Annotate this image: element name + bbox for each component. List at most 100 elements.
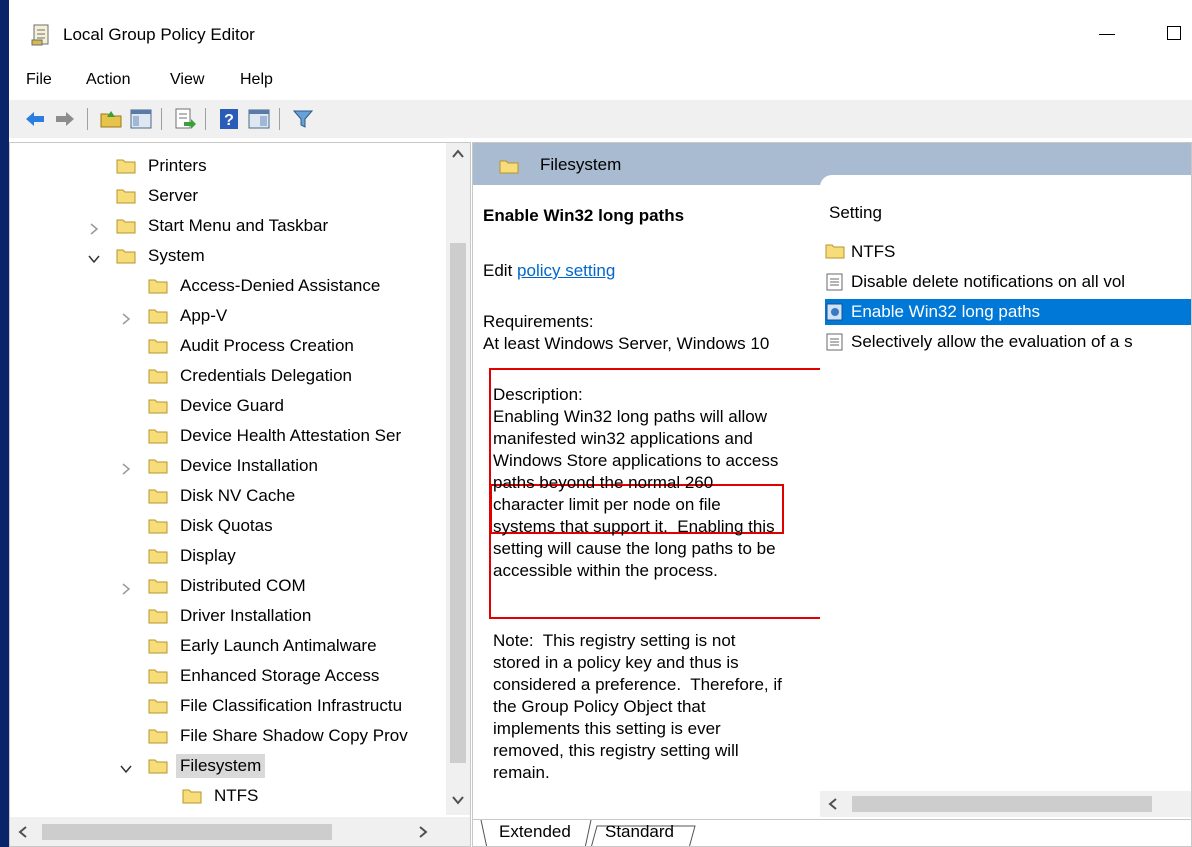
tree-item-label: Access-Denied Assistance: [180, 276, 381, 295]
chevron-right-icon[interactable]: [120, 310, 132, 325]
tree-item[interactable]: File Classification Infrastructu: [148, 691, 402, 721]
toolbar-separator: [161, 108, 162, 130]
tree-item-label: Distributed COM: [180, 576, 306, 595]
tree-item-label: App-V: [180, 306, 228, 325]
note-line: stored in a policy key and thus is: [493, 653, 739, 672]
policy-title: Enable Win32 long paths: [483, 206, 685, 225]
setting-label: Selectively allow the evaluation of a s: [851, 332, 1133, 351]
chevron-down-icon[interactable]: [120, 760, 132, 774]
settings-list[interactable]: Setting NTFS Disable delete notifications…: [820, 175, 1191, 817]
tree-horizontal-scrollbar[interactable]: [10, 817, 470, 846]
folder-icon: [148, 668, 168, 684]
folder-icon: [825, 243, 845, 261]
chevron-right-icon[interactable]: [88, 220, 100, 235]
chevron-down-icon[interactable]: [88, 250, 100, 264]
setting-row[interactable]: Selectively allow the evaluation of a s: [825, 329, 1191, 355]
tree-item[interactable]: Device Health Attestation Ser: [148, 421, 401, 451]
list-horizontal-scrollbar[interactable]: [820, 791, 1191, 817]
forward-icon[interactable]: [53, 107, 77, 131]
export-list-icon[interactable]: [173, 107, 197, 131]
description-line: character limit per node on file: [493, 495, 721, 514]
folder-icon: [116, 248, 136, 264]
tree-item[interactable]: Driver Installation: [148, 601, 311, 631]
up-folder-icon[interactable]: [99, 107, 123, 131]
tree-item[interactable]: Server: [116, 181, 198, 211]
folder-icon: [148, 368, 168, 384]
menu-action[interactable]: Action: [81, 69, 135, 91]
window-title: Local Group Policy Editor: [63, 25, 255, 44]
tree-item[interactable]: Early Launch Antimalware: [148, 631, 377, 661]
folder-icon: [116, 158, 136, 174]
tree-item-label: Filesystem: [176, 754, 266, 778]
chevron-right-icon[interactable]: [120, 580, 132, 595]
chevron-right-icon[interactable]: [120, 460, 132, 475]
minimize-button[interactable]: [1089, 18, 1125, 48]
toolbar-separator: [279, 108, 280, 130]
tree-item[interactable]: Printers: [116, 151, 207, 181]
tree-item[interactable]: Start Menu and Taskbar: [90, 211, 329, 241]
tree-scroll-thumb[interactable]: [450, 243, 466, 763]
tree-item[interactable]: System: [88, 241, 205, 271]
setting-row[interactable]: Disable delete notifications on all vol: [825, 269, 1191, 295]
tree-item[interactable]: Device Guard: [148, 391, 284, 421]
menu-bar: File Action View Help: [9, 66, 1192, 96]
tree-item[interactable]: Distributed COM: [122, 571, 306, 601]
list-hscroll-thumb[interactable]: [852, 796, 1152, 812]
description-line: Windows Store applications to access: [493, 451, 779, 470]
requirements-label: Requirements:: [483, 312, 594, 331]
folder-icon: [148, 308, 168, 324]
scroll-up-icon[interactable]: [452, 149, 464, 159]
details-pane: Filesystem Enable Win32 long paths Edit …: [472, 142, 1192, 847]
scroll-left-icon[interactable]: [18, 826, 28, 838]
tree-item[interactable]: Enhanced Storage Access: [148, 661, 379, 691]
tree-item-label: Credentials Delegation: [180, 366, 352, 385]
tree-item[interactable]: Credentials Delegation: [148, 361, 352, 391]
console-view-icon[interactable]: [247, 107, 271, 131]
folder-icon: [148, 278, 168, 294]
maximize-button[interactable]: [1157, 18, 1192, 48]
setting-row[interactable]: Enable Win32 long paths: [825, 299, 1191, 325]
menu-file[interactable]: File: [21, 69, 57, 91]
tree-item-label: File Share Shadow Copy Prov: [180, 726, 408, 745]
filter-icon[interactable]: [291, 107, 315, 131]
tree-item[interactable]: Audit Process Creation: [148, 331, 354, 361]
show-hide-tree-icon[interactable]: [129, 107, 153, 131]
tree-item[interactable]: App-V: [122, 301, 228, 331]
title-bar[interactable]: Local Group Policy Editor: [9, 0, 1192, 66]
setting-label: Disable delete notifications on all vol: [851, 272, 1126, 291]
tree-item[interactable]: Disk Quotas: [148, 511, 273, 541]
tree-item-label: Server: [148, 186, 199, 205]
folder-icon: [182, 788, 202, 804]
folder-icon: [148, 518, 168, 534]
scroll-left-icon[interactable]: [828, 798, 838, 810]
tree-item[interactable]: File Share Shadow Copy Prov: [148, 721, 408, 751]
tree-item-label: Start Menu and Taskbar: [148, 216, 329, 235]
menu-view[interactable]: View: [165, 69, 209, 91]
policy-setting-icon: [825, 303, 845, 321]
help-icon[interactable]: ?: [217, 107, 241, 131]
setting-row[interactable]: NTFS: [825, 239, 1191, 265]
tree-item-label: NTFS: [214, 786, 259, 805]
tree-item[interactable]: Access-Denied Assistance: [148, 271, 380, 301]
back-icon[interactable]: [23, 107, 47, 131]
tree-item[interactable]: NTFS: [182, 781, 258, 811]
folder-icon: [498, 158, 520, 179]
scroll-right-icon[interactable]: [418, 826, 428, 838]
menu-help[interactable]: Help: [235, 69, 278, 91]
tree-item[interactable]: Display: [148, 541, 236, 571]
gpedit-window: Local Group Policy Editor File Action Vi…: [9, 0, 1192, 847]
tab-standard[interactable]: Standard: [601, 822, 678, 842]
tree-hscroll-thumb[interactable]: [42, 824, 332, 840]
tree-item-label: Disk Quotas: [180, 516, 273, 535]
console-tree[interactable]: Printers Server Start Menu and Taskbar Syst…: [9, 142, 471, 847]
tree-item-label: Audit Process Creation: [180, 336, 354, 355]
tab-extended[interactable]: Extended: [495, 822, 575, 842]
policy-setting-link[interactable]: policy setting: [517, 261, 615, 280]
tree-item[interactable]: Device Installation: [122, 451, 318, 481]
scroll-down-icon[interactable]: [452, 795, 464, 805]
column-header-setting[interactable]: Setting: [829, 203, 882, 223]
tree-item[interactable]: Disk NV Cache: [148, 481, 295, 511]
tree-item[interactable]: Filesystem: [120, 751, 266, 781]
tree-vertical-scrollbar[interactable]: [446, 143, 470, 815]
folder-icon: [148, 578, 168, 594]
